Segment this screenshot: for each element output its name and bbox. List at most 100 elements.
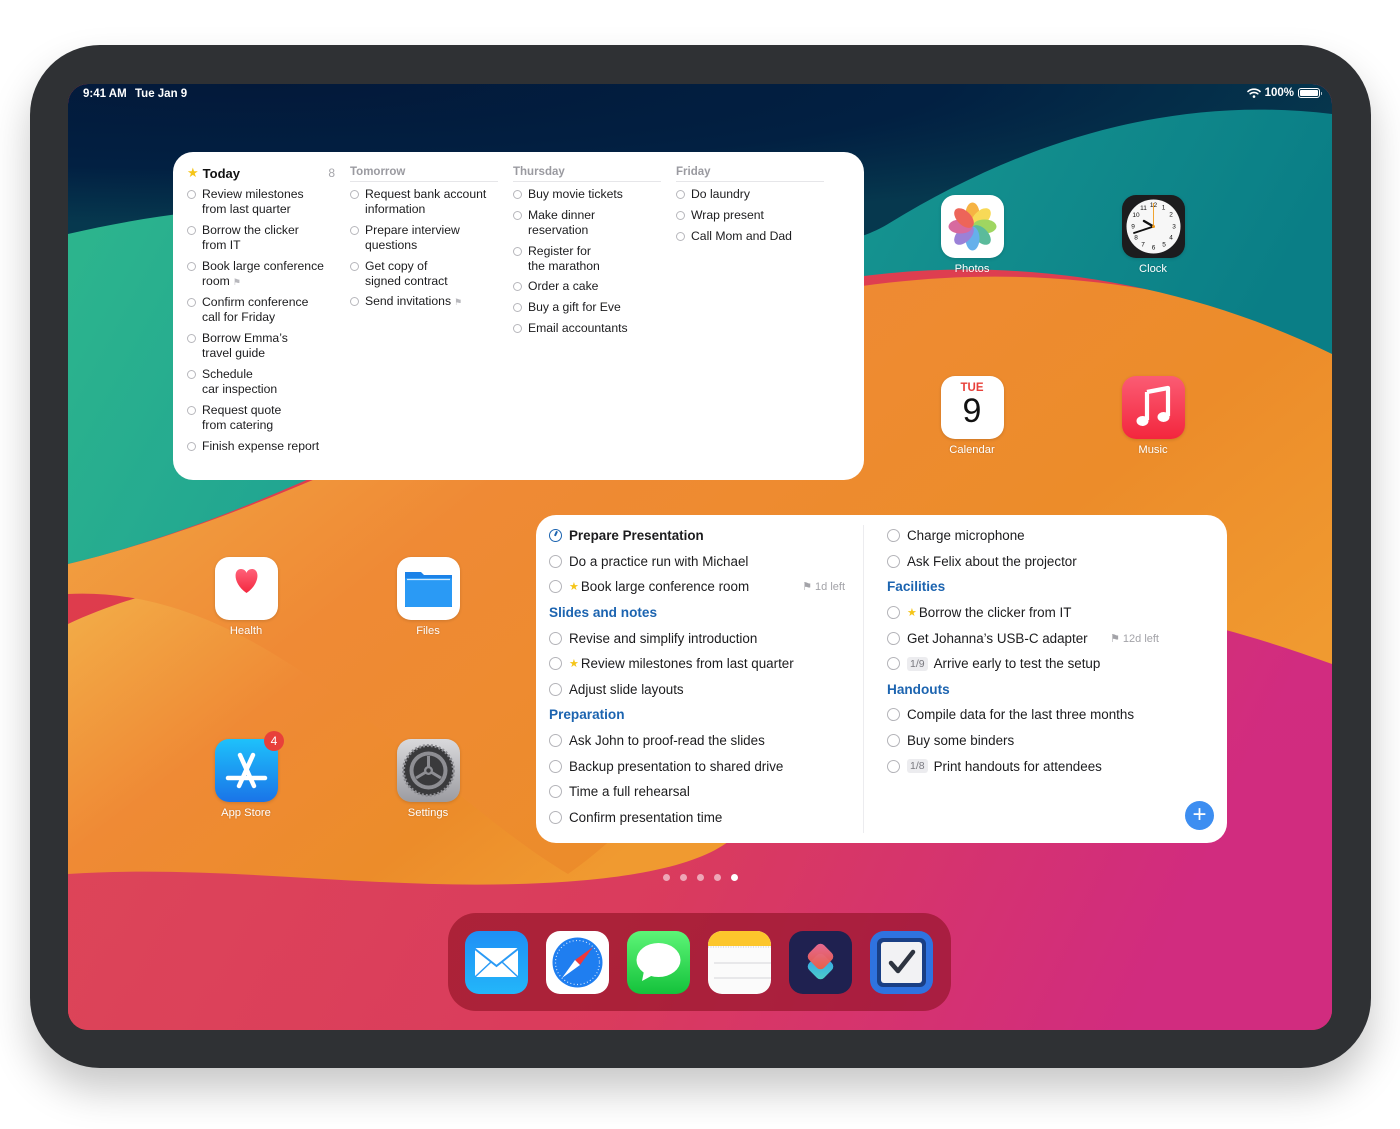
checkbox[interactable] (187, 405, 196, 415)
task-row[interactable]: Ask John to proof-read the slides (549, 728, 849, 754)
day-column-header[interactable]: ★ Today 8 (187, 162, 335, 182)
app-health[interactable]: Health (214, 557, 278, 637)
day-column-header[interactable]: Friday (676, 162, 824, 182)
dock-safari[interactable] (546, 931, 609, 994)
task-row[interactable]: Compile data for the last three months (887, 702, 1207, 728)
checkbox[interactable] (513, 246, 522, 256)
task-row[interactable]: Revise and simplify introduction (549, 625, 849, 651)
checkbox[interactable] (187, 298, 196, 308)
dock-things[interactable] (870, 931, 933, 994)
checkbox[interactable] (549, 682, 562, 696)
page-dot[interactable] (663, 874, 670, 881)
app-files[interactable]: Files (396, 557, 460, 637)
checkbox[interactable] (350, 225, 359, 235)
task-item[interactable]: Email accountants (513, 321, 661, 336)
task-item[interactable]: Get copy of signed contract (350, 259, 498, 289)
checkbox[interactable] (549, 734, 562, 748)
upcoming-week-widget[interactable]: ★ Today 8 Review milestones from last quarte… (173, 152, 864, 480)
checkbox[interactable] (676, 231, 685, 241)
task-item[interactable]: Buy a gift for Eve (513, 300, 661, 315)
add-task-button[interactable]: + (1185, 801, 1214, 830)
task-row[interactable]: ★ Book large conference room ⚑ 1d left (549, 574, 849, 600)
app-settings[interactable]: Settings (396, 739, 460, 819)
task-item[interactable]: Review milestones from last quarter (187, 187, 335, 217)
app-photos[interactable]: Photos (940, 195, 1004, 275)
day-column-header[interactable]: Tomorrow (350, 162, 498, 182)
task-row[interactable]: ★ Borrow the clicker from IT (887, 600, 1207, 626)
checkbox[interactable] (887, 657, 900, 671)
checkbox[interactable] (549, 810, 562, 824)
task-row[interactable]: Get Johanna’s USB-C adapter ⚑ 12d left (887, 625, 1207, 651)
checkbox[interactable] (187, 441, 196, 451)
task-item[interactable]: Send invitations ⚑ (350, 294, 498, 310)
task-item[interactable]: Prepare interview questions (350, 223, 498, 253)
task-item[interactable]: Confirm conference call for Friday (187, 295, 335, 325)
checkbox[interactable] (513, 210, 522, 220)
task-item[interactable]: Finish expense report (187, 439, 335, 454)
section-heading[interactable]: Facilities (887, 574, 1207, 600)
task-item[interactable]: Order a cake (513, 279, 661, 294)
checkbox[interactable] (887, 708, 900, 722)
section-heading[interactable]: Slides and notes (549, 600, 849, 626)
checkbox[interactable] (187, 225, 196, 235)
checkbox[interactable] (887, 631, 900, 645)
page-dot[interactable] (731, 874, 738, 881)
task-item[interactable]: Wrap present (676, 208, 824, 223)
task-row[interactable]: Ask Felix about the projector (887, 549, 1207, 575)
checkbox[interactable] (549, 631, 562, 645)
app-calendar[interactable]: TUE 9 Calendar (940, 376, 1004, 456)
checkbox[interactable] (513, 282, 522, 292)
page-dot[interactable] (714, 874, 721, 881)
checkbox[interactable] (887, 734, 900, 748)
task-row[interactable]: Time a full rehearsal (549, 779, 849, 805)
task-item[interactable]: Make dinner reservation (513, 208, 661, 238)
checkbox[interactable] (887, 759, 900, 773)
checkbox[interactable] (513, 303, 522, 313)
checkbox[interactable] (187, 190, 196, 199)
checkbox[interactable] (549, 759, 562, 773)
checkbox[interactable] (350, 297, 359, 307)
task-item[interactable]: Call Mom and Dad (676, 229, 824, 244)
page-dot[interactable] (697, 874, 704, 881)
task-row[interactable]: Backup presentation to shared drive (549, 753, 849, 779)
checkbox[interactable] (549, 785, 562, 799)
checkbox[interactable] (549, 580, 562, 594)
checkbox[interactable] (887, 554, 900, 568)
task-row[interactable]: Buy some binders (887, 728, 1207, 754)
checkbox[interactable] (350, 261, 359, 271)
checkbox[interactable] (187, 334, 196, 344)
page-indicator[interactable] (663, 874, 738, 881)
day-column-header[interactable]: Thursday (513, 162, 661, 182)
task-item[interactable]: Request quote from catering (187, 403, 335, 433)
checkbox[interactable] (513, 323, 522, 333)
task-item[interactable]: Schedule car inspection (187, 367, 335, 397)
checkbox[interactable] (350, 190, 359, 199)
app-music[interactable]: Music (1121, 376, 1185, 456)
task-row[interactable]: ★ Review milestones from last quarter (549, 651, 849, 677)
checkbox[interactable] (549, 554, 562, 568)
dock-messages[interactable] (627, 931, 690, 994)
dock-shortcuts[interactable] (789, 931, 852, 994)
section-heading[interactable]: Preparation (549, 702, 849, 728)
task-item[interactable]: Do laundry (676, 187, 824, 202)
checkbox[interactable] (887, 606, 900, 620)
checkbox[interactable] (549, 657, 562, 671)
task-item[interactable]: Borrow Emma’s travel guide (187, 331, 335, 361)
task-row[interactable]: 1/9 Arrive early to test the setup (887, 651, 1207, 677)
task-row[interactable]: Adjust slide layouts (549, 677, 849, 703)
app-app-store[interactable]: 4 App Store (214, 731, 284, 819)
task-item[interactable]: Request bank account information (350, 187, 498, 217)
task-item[interactable]: Buy movie tickets (513, 187, 661, 202)
task-item[interactable]: Borrow the clicker from IT (187, 223, 335, 253)
task-row[interactable]: Confirm presentation time (549, 805, 849, 831)
section-heading[interactable]: Handouts (887, 677, 1207, 703)
checkbox[interactable] (187, 369, 196, 379)
checkbox[interactable] (513, 190, 522, 199)
checkbox[interactable] (187, 261, 196, 271)
app-clock[interactable]: 1212 345 678 91011 Clock (1121, 195, 1185, 275)
project-widget[interactable]: Prepare Presentation Do a practice run w… (536, 515, 1227, 843)
dock-notes[interactable] (708, 931, 771, 994)
dock-mail[interactable] (465, 931, 528, 994)
checkbox[interactable] (887, 529, 900, 543)
task-row[interactable]: Charge microphone (887, 523, 1207, 549)
